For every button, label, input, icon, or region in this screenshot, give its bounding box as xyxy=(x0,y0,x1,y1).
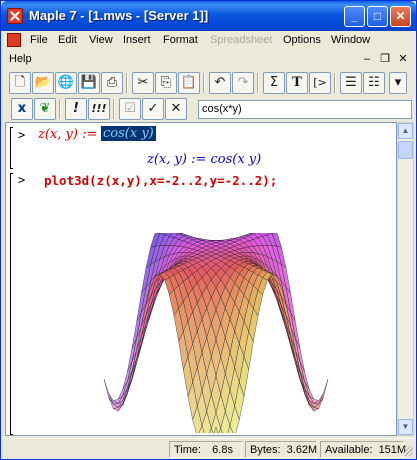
scroll-thumb[interactable] xyxy=(398,141,413,159)
cut-icon[interactable]: ✂ xyxy=(132,72,154,94)
prompt-symbol: > xyxy=(18,173,26,187)
menu-edit[interactable]: Edit xyxy=(58,34,77,46)
execute-group-icon[interactable]: [> xyxy=(309,72,331,94)
plot-command-input[interactable]: plot3d(z(x,y),x=-2..2,y=-2..2); xyxy=(44,173,277,188)
maple-app-icon[interactable] xyxy=(7,8,23,24)
menu-insert[interactable]: Insert xyxy=(123,34,151,46)
menu-view[interactable]: View xyxy=(89,34,113,46)
redo-icon[interactable]: ↷ xyxy=(232,72,254,94)
menu-file[interactable]: File xyxy=(30,34,48,46)
validate-box-icon[interactable]: ☑ xyxy=(119,98,141,120)
standard-toolbar: 🗋 📂 🌐 💾 ⎙ ✂ ⎘ 📋 ↶ ↷ Σ T [> ☰ ☷ ▾ xyxy=(5,70,412,96)
context-toolbar: x ❦ ! !!! ☑ ✓ ✕ cos(x*y) xyxy=(5,96,412,122)
outdent-icon[interactable]: ☷ xyxy=(363,72,385,94)
paste-icon[interactable]: 📋 xyxy=(178,72,200,94)
print-icon[interactable]: ⎙ xyxy=(101,72,123,94)
toolbar-separator xyxy=(257,73,259,93)
time-label: Time: xyxy=(174,444,202,456)
text-icon[interactable]: T xyxy=(286,72,308,94)
window-title: Maple 7 - [1.mws - [Server 1]] xyxy=(29,8,209,23)
cancel-times-icon[interactable]: ✕ xyxy=(165,98,187,120)
time-value: 6.8s xyxy=(212,444,233,456)
execution-group-bracket[interactable] xyxy=(10,127,13,169)
execution-group-bracket[interactable] xyxy=(10,173,13,435)
doc-restore-icon[interactable]: ❐ xyxy=(378,52,392,66)
input-rhs-selected[interactable]: cos(x y) xyxy=(101,126,156,141)
status-bytes: Bytes: 3.62M xyxy=(245,441,317,458)
menu-format[interactable]: Format xyxy=(163,34,198,46)
open-folder-icon[interactable]: 📂 xyxy=(32,72,54,94)
worksheet[interactable]: > z(x, y) := cos(x y) z(x, y) := cos(x y… xyxy=(5,122,397,436)
copy-icon[interactable]: ⎘ xyxy=(155,72,177,94)
document-icon[interactable] xyxy=(7,33,21,47)
toolbar-separator xyxy=(59,99,61,119)
open-url-icon[interactable]: 🌐 xyxy=(55,72,77,94)
menu-spreadsheet[interactable]: Spreadsheet xyxy=(210,34,272,46)
toolbar-separator xyxy=(203,73,205,93)
vertical-scrollbar[interactable]: ▲ ▼ xyxy=(397,122,414,436)
doc-minimize-icon[interactable]: – xyxy=(360,52,374,66)
menu-bar: File Edit View Insert Format Spreadsheet… xyxy=(1,31,416,50)
available-value: 151M xyxy=(378,444,407,456)
save-icon[interactable]: 💾 xyxy=(78,72,100,94)
minimize-button[interactable]: _ xyxy=(344,6,365,27)
surface-plot-3d[interactable] xyxy=(96,233,336,433)
prompt-symbol: > xyxy=(18,128,26,142)
menu-window[interactable]: Window xyxy=(331,34,370,46)
accept-check-icon[interactable]: ✓ xyxy=(142,98,164,120)
sigma-icon[interactable]: Σ xyxy=(263,72,285,94)
title-bar[interactable]: Maple 7 - [1.mws - [Server 1]] _ □ ✕ xyxy=(1,1,416,31)
input-lhs[interactable]: z(x, y) := xyxy=(38,127,97,142)
scroll-down-icon[interactable]: ▼ xyxy=(398,419,413,435)
undo-icon[interactable]: ↶ xyxy=(209,72,231,94)
execute-current-icon[interactable]: ! xyxy=(65,98,87,120)
maple-window: Maple 7 - [1.mws - [Server 1]] _ □ ✕ Fil… xyxy=(0,0,417,460)
status-bar: Time: 6.8s Bytes: 3.62M Available: 151M xyxy=(1,438,416,459)
command-input[interactable]: cos(x*y) xyxy=(198,100,412,119)
bytes-value: 3.62M xyxy=(286,444,318,456)
bytes-label: Bytes: xyxy=(250,444,281,456)
status-available: Available: 151M xyxy=(320,441,407,458)
available-label: Available: xyxy=(325,444,373,456)
toolbar-separator xyxy=(113,99,115,119)
menu-help[interactable]: Help xyxy=(9,53,32,65)
maximize-button[interactable]: □ xyxy=(367,6,388,27)
menu-options[interactable]: Options xyxy=(283,34,321,46)
indent-icon[interactable]: ☰ xyxy=(340,72,362,94)
toolbar-scroll-icon[interactable]: ▾ xyxy=(389,72,407,94)
toolbar-separator xyxy=(126,73,128,93)
scroll-up-icon[interactable]: ▲ xyxy=(398,123,413,139)
help-bar: Help – ❐ ✕ xyxy=(1,50,416,69)
status-time: Time: 6.8s xyxy=(169,441,242,458)
toolbar-separator xyxy=(334,73,336,93)
new-file-icon[interactable]: 🗋 xyxy=(9,72,31,94)
resize-grip-icon[interactable] xyxy=(403,446,413,456)
close-button[interactable]: ✕ xyxy=(390,6,411,27)
math-mode-x-icon[interactable]: x xyxy=(11,98,33,120)
output-result: z(x, y) := cos(x y) xyxy=(147,152,262,167)
doc-close-icon[interactable]: ✕ xyxy=(396,52,410,66)
execute-all-icon[interactable]: !!! xyxy=(88,98,110,120)
maple-leaf-icon[interactable]: ❦ xyxy=(34,98,56,120)
